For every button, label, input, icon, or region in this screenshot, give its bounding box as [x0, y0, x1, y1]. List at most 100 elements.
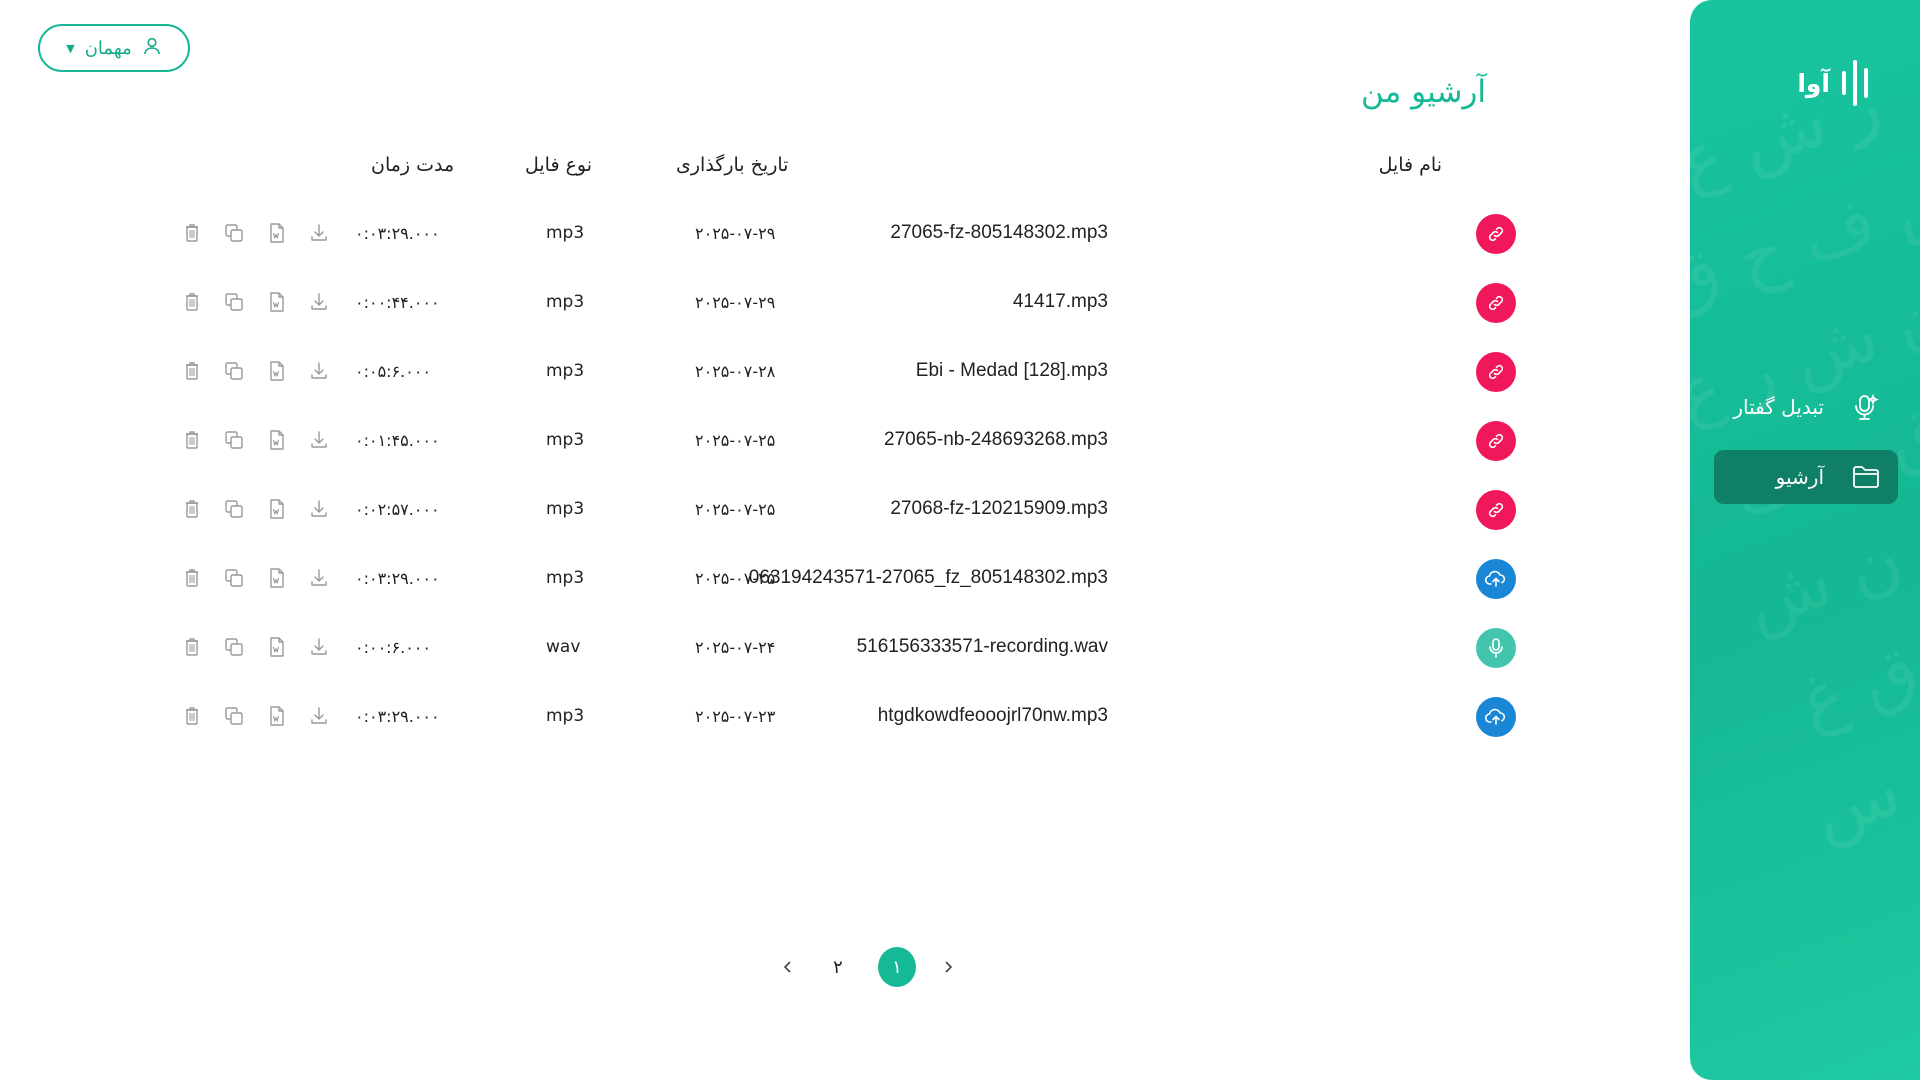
word-file-icon[interactable]	[266, 498, 290, 522]
copy-icon[interactable]	[223, 636, 247, 660]
duration: ۰:۰۳:۲۹.۰۰۰	[355, 569, 440, 588]
page-button-2[interactable]: ۲	[820, 947, 856, 987]
table-row[interactable]: 063194243571-27065_fz_805148302.mp3 ۲۰۲۵-…	[0, 555, 1600, 605]
file-type: mp3	[546, 568, 585, 588]
link-icon[interactable]	[1476, 352, 1516, 392]
copy-icon[interactable]	[223, 429, 247, 453]
file-type: mp3	[546, 499, 585, 519]
link-icon[interactable]	[1476, 421, 1516, 461]
delete-icon[interactable]	[181, 636, 205, 660]
upload-date: ۲۰۲۵-۰۷-۲۹	[695, 293, 776, 312]
download-icon[interactable]	[308, 498, 332, 522]
link-icon[interactable]	[1476, 490, 1516, 530]
folder-icon	[1850, 461, 1882, 493]
table-row[interactable]: htgdkowdfeooojrl70nw.mp3 ۲۰۲۵-۰۷-۲۳ mp3 ۰:۰…	[0, 693, 1600, 743]
user-label: مهمان	[84, 37, 132, 59]
cloud-upload-icon[interactable]	[1476, 559, 1516, 599]
page-title: آرشیو من	[1361, 74, 1486, 110]
word-file-icon[interactable]	[266, 291, 290, 315]
duration: ۰:۰۱:۴۵.۰۰۰	[355, 431, 440, 450]
file-name: 27065-fz-805148302.mp3	[890, 222, 1108, 243]
upload-date: ۲۰۲۵-۰۷-۲۳	[695, 707, 776, 726]
delete-icon[interactable]	[181, 705, 205, 729]
sidebar-item-archive[interactable]: آرشیو	[1714, 450, 1898, 504]
microphone-icon[interactable]	[1476, 628, 1516, 668]
next-page-arrow-icon[interactable]	[938, 957, 958, 977]
duration: ۰:۰۲:۵۷.۰۰۰	[355, 500, 440, 519]
copy-icon[interactable]	[223, 498, 247, 522]
delete-icon[interactable]	[181, 360, 205, 384]
file-name: 27068-fz-120215909.mp3	[890, 498, 1108, 519]
duration: ۰:۰۳:۲۹.۰۰۰	[355, 224, 440, 243]
delete-icon[interactable]	[181, 429, 205, 453]
table-row[interactable]: 516156333571-recording.wav ۲۰۲۵-۰۷-۲۴ wav ۰…	[0, 624, 1600, 674]
file-type: mp3	[546, 430, 585, 450]
download-icon[interactable]	[308, 636, 332, 660]
copy-icon[interactable]	[223, 705, 247, 729]
table-row[interactable]: Ebi - Medad [128].mp3 ۲۰۲۵-۰۷-۲۸ mp3 ۰:۰۵:۶…	[0, 348, 1600, 398]
file-name: 41417.mp3	[1012, 291, 1108, 312]
header-duration: مدت زمان	[371, 154, 455, 176]
user-menu-button[interactable]: ▼ مهمان	[38, 24, 190, 72]
word-file-icon[interactable]	[266, 222, 290, 246]
sidebar-pattern: ر ش ع ن س ف ح ق ن ش ر ع غ ق ح ف ر س ن ش …	[1690, 62, 1920, 855]
link-icon[interactable]	[1476, 283, 1516, 323]
word-file-icon[interactable]	[266, 360, 290, 384]
download-icon[interactable]	[308, 360, 332, 384]
download-icon[interactable]	[308, 705, 332, 729]
duration: ۰:۰۳:۲۹.۰۰۰	[355, 707, 440, 726]
word-file-icon[interactable]	[266, 705, 290, 729]
file-name: Ebi - Medad [128].mp3	[915, 360, 1108, 381]
upload-date: ۲۰۲۵-۰۷-۲۵	[695, 500, 776, 519]
copy-icon[interactable]	[223, 360, 247, 384]
header-file-type: نوع فایل	[525, 154, 593, 176]
delete-icon[interactable]	[181, 498, 205, 522]
table-row[interactable]: 27068-fz-120215909.mp3 ۲۰۲۵-۰۷-۲۵ mp3 ۰:۰۲:…	[0, 486, 1600, 536]
table-row[interactable]: 27065-fz-805148302.mp3 ۲۰۲۵-۰۷-۲۹ mp3 ۰:۰۳:…	[0, 210, 1600, 260]
table-row[interactable]: 41417.mp3 ۲۰۲۵-۰۷-۲۹ mp3 ۰:۰۰:۴۴.۰۰۰	[0, 279, 1600, 329]
delete-icon[interactable]	[181, 222, 205, 246]
download-icon[interactable]	[308, 291, 332, 315]
upload-date: ۲۰۲۵-۰۷-۲۹	[695, 224, 776, 243]
word-file-icon[interactable]	[266, 567, 290, 591]
file-type: mp3	[546, 292, 585, 312]
word-file-icon[interactable]	[266, 429, 290, 453]
sidebar-item-speech-to-text[interactable]: تبدیل گفتار	[1714, 380, 1898, 434]
duration: ۰:۰۵:۶.۰۰۰	[355, 362, 432, 381]
file-type: mp3	[546, 223, 585, 243]
file-type: wav	[546, 637, 581, 657]
upload-date: ۲۰۲۵-۰۷-۲۴	[695, 638, 776, 657]
duration: ۰:۰۰:۴۴.۰۰۰	[355, 293, 440, 312]
sidebar-item-label: تبدیل گفتار	[1733, 395, 1824, 419]
file-name: 27065-nb-248693268.mp3	[884, 429, 1108, 450]
table-row[interactable]: 27065-nb-248693268.mp3 ۲۰۲۵-۰۷-۲۵ mp3 ۰:۰۱:…	[0, 417, 1600, 467]
delete-icon[interactable]	[181, 567, 205, 591]
mic-ai-icon	[1850, 391, 1882, 423]
pagination: ۲ ۱	[778, 946, 958, 988]
header-upload-date: تاریخ بارگذاری	[676, 154, 789, 176]
copy-icon[interactable]	[223, 222, 247, 246]
user-icon	[142, 36, 162, 61]
brand-name: آوا	[1797, 68, 1830, 98]
word-file-icon[interactable]	[266, 636, 290, 660]
download-icon[interactable]	[308, 429, 332, 453]
brand-logo[interactable]: آوا	[1797, 60, 1868, 106]
copy-icon[interactable]	[223, 291, 247, 315]
header-file-name: نام فایل	[1378, 154, 1442, 176]
link-icon[interactable]	[1476, 214, 1516, 254]
file-name: 516156333571-recording.wav	[856, 636, 1108, 657]
caret-down-icon: ▼	[66, 41, 75, 55]
file-name: htgdkowdfeooojrl70nw.mp3	[877, 705, 1108, 726]
download-icon[interactable]	[308, 567, 332, 591]
duration: ۰:۰۰:۶.۰۰۰	[355, 638, 432, 657]
upload-date: ۲۰۲۵-۰۷-۲۵	[695, 569, 776, 588]
delete-icon[interactable]	[181, 291, 205, 315]
prev-page-arrow-icon[interactable]	[778, 957, 798, 977]
cloud-upload-icon[interactable]	[1476, 697, 1516, 737]
file-type: mp3	[546, 361, 585, 381]
upload-date: ۲۰۲۵-۰۷-۲۵	[695, 431, 776, 450]
page-button-1[interactable]: ۱	[878, 947, 916, 987]
download-icon[interactable]	[308, 222, 332, 246]
sound-bars-icon	[1842, 60, 1868, 106]
copy-icon[interactable]	[223, 567, 247, 591]
